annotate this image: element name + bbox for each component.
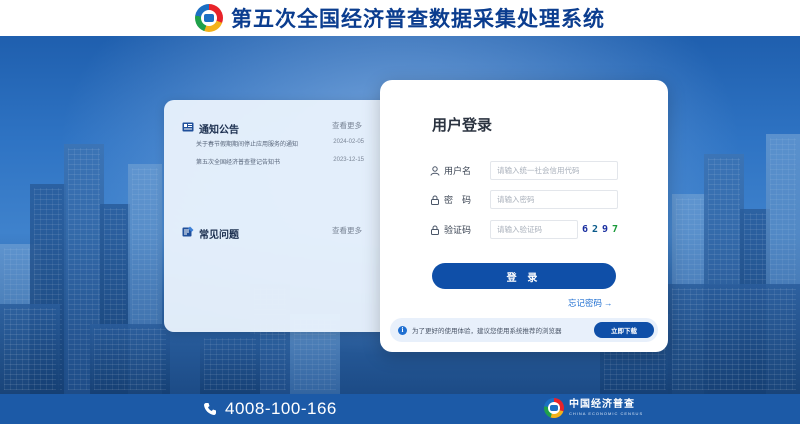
newspaper-icon	[182, 119, 194, 137]
captcha-input[interactable]	[490, 220, 578, 239]
census-logo-icon	[195, 4, 223, 32]
download-browser-button[interactable]: 立即下载	[594, 322, 654, 338]
forgot-password-label: 忘记密码	[568, 298, 603, 308]
census-logo-icon	[544, 398, 564, 418]
notices-header: 通知公告	[182, 119, 239, 137]
notice-date: 2023-12-15	[333, 157, 364, 163]
captcha-digit: 6	[581, 224, 588, 235]
notices-more-link[interactable]: 查看更多	[332, 120, 362, 131]
faq-title: 常见问题	[199, 229, 239, 241]
arrow-right-icon: →	[604, 298, 613, 308]
brand-name-en: CHINA ECONOMIC CENSUS	[569, 411, 644, 416]
username-label: 用户名	[444, 166, 472, 176]
notice-text: 第五次全国经济普查登记告知书	[196, 160, 281, 166]
login-card: 用户登录 用户名 密 码 验证码 6 2 9 7 登 录 忘记密码 → i	[380, 80, 668, 352]
captcha-digit: 7	[612, 224, 619, 235]
captcha-digit: 9	[602, 224, 609, 235]
username-input[interactable]	[490, 161, 618, 180]
username-row: 用户名	[430, 161, 618, 180]
phone-icon	[203, 402, 217, 416]
password-row: 密 码	[430, 190, 618, 209]
notices-title: 通知公告	[199, 124, 239, 136]
browser-tip-bar: i 为了更好的使用体验，建议您使用系统推荐的浏览器 立即下载	[390, 318, 658, 342]
captcha-row: 验证码 6 2 9 7	[430, 220, 620, 239]
site-header: 第五次全国经济普查数据采集处理系统	[0, 0, 800, 36]
captcha-image[interactable]: 6 2 9 7	[580, 220, 620, 239]
password-label: 密 码	[444, 195, 472, 205]
site-footer: 4008-100-166 中国经济普查 CHINA ECONOMIC CENSU…	[0, 394, 800, 424]
faq-header: 常见问题	[182, 224, 239, 242]
lock-icon	[430, 225, 440, 235]
faq-icon	[182, 224, 194, 242]
login-button[interactable]: 登 录	[432, 263, 616, 289]
user-icon	[430, 165, 440, 176]
captcha-label: 验证码	[444, 225, 472, 235]
site-title: 第五次全国经济普查数据采集处理系统	[231, 8, 605, 31]
notice-text: 关于春节假期期间停止应用服务的通知	[196, 142, 299, 148]
password-input[interactable]	[490, 190, 618, 209]
brand-name-cn: 中国经济普查	[569, 399, 635, 410]
forgot-password-link[interactable]: 忘记密码 →	[568, 297, 613, 309]
info-panel: 通知公告 查看更多 关于春节假期期间停止应用服务的通知 2024-02-05 第…	[164, 100, 392, 332]
lock-icon	[430, 195, 440, 205]
hotline-number: 4008-100-166	[225, 399, 337, 418]
login-title: 用户登录	[432, 117, 493, 134]
notice-item[interactable]: 第五次全国经济普查登记告知书 2023-12-15	[196, 157, 364, 166]
captcha-digit: 2	[591, 224, 598, 235]
faq-more-link[interactable]: 查看更多	[332, 225, 362, 236]
browser-tip-text: 为了更好的使用体验，建议您使用系统推荐的浏览器	[412, 328, 562, 335]
notice-item[interactable]: 关于春节假期期间停止应用服务的通知 2024-02-05	[196, 139, 364, 148]
footer-brand: 中国经济普查 CHINA ECONOMIC CENSUS	[544, 398, 643, 418]
info-icon: i	[398, 325, 407, 335]
notice-date: 2024-02-05	[333, 139, 364, 145]
hotline: 4008-100-166	[203, 399, 337, 419]
